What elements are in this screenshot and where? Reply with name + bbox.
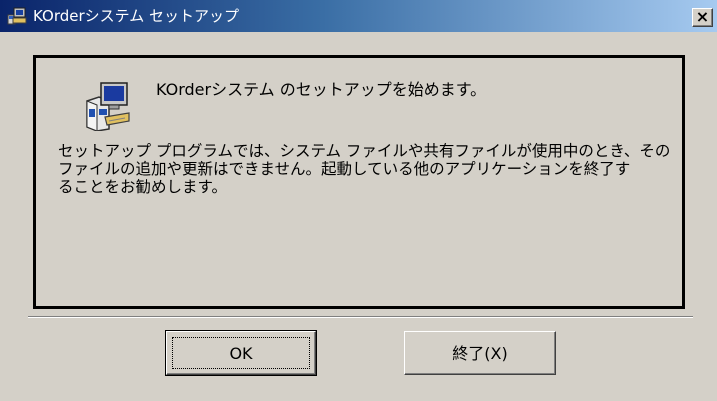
message-line: ファイルの追加や更新はできません。起動している他のアプリケーションを終了す [58,160,631,178]
close-button[interactable]: × [692,8,713,27]
close-icon: × [695,7,710,26]
title-bar[interactable]: KOrderシステム セットアップ × [0,0,717,32]
exit-button[interactable]: 終了(X) [404,331,556,375]
window-title: KOrderシステム セットアップ [33,7,239,25]
setup-computer-icon [7,7,27,25]
message-line: ることをお勧めします。 [58,178,227,196]
exit-button-label: 終了(X) [452,344,508,363]
message-line: セットアップ プログラムでは、システム ファイルや共有ファイルが使用中のとき、そ… [58,142,671,160]
separator [28,316,693,318]
dialog-message: セットアップ プログラムでは、システム ファイルや共有ファイルが使用中のとき、そ… [58,142,671,196]
ok-button-label: OK [229,344,253,363]
message-panel: KOrderシステム のセットアップを始めます。 セットアップ プログラムでは、… [33,55,685,309]
setup-computer-box-icon [86,82,130,131]
setup-dialog-window: KOrderシステム セットアップ × KOrderシステム のセットアップを始… [0,0,717,401]
ok-button[interactable]: OK [165,330,317,376]
dialog-heading: KOrderシステム のセットアップを始めます。 [156,80,487,99]
